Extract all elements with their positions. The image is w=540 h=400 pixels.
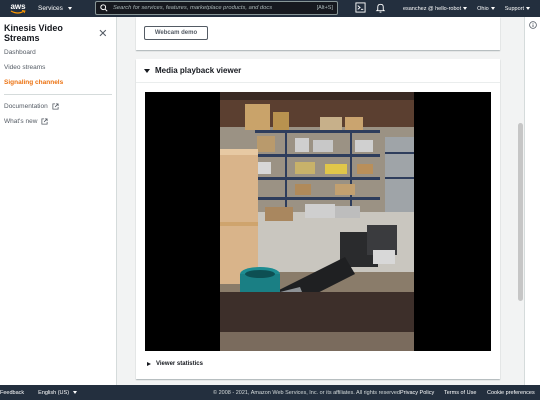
region-label: Ohio — [477, 5, 489, 12]
webcam-panel: Webcam demo — [136, 17, 500, 50]
info-icon[interactable] — [529, 21, 537, 29]
sidebar-item-signaling-channels[interactable]: Signaling channels — [4, 79, 112, 86]
terms-of-use-link[interactable]: Terms of Use — [444, 390, 476, 396]
help-rail — [524, 17, 540, 385]
services-label: Services — [38, 5, 63, 12]
scrollbar[interactable] — [517, 17, 524, 385]
nav-icons — [355, 2, 386, 13]
caret-down-icon — [526, 7, 530, 10]
sidebar: Kinesis Video Streams Dashboard Video st… — [0, 17, 117, 385]
nav-right: esanchez @ hello-robot Ohio Support — [403, 0, 530, 17]
support-label: Support — [504, 5, 524, 12]
divider — [4, 94, 112, 95]
sidebar-header: Kinesis Video Streams — [0, 17, 116, 43]
viewer-statistics-label: Viewer statistics — [156, 361, 203, 367]
external-link-icon — [41, 118, 48, 125]
services-menu[interactable]: Services — [38, 5, 72, 12]
aws-logo-text: aws — [10, 2, 26, 11]
search-bar[interactable]: Search for services, features, marketpla… — [95, 1, 338, 15]
caret-down-icon — [67, 7, 72, 10]
account-menu[interactable]: esanchez @ hello-robot — [402, 5, 468, 12]
region-menu[interactable]: Ohio — [477, 6, 495, 12]
aws-smile-icon — [10, 10, 26, 14]
cookie-preferences-link[interactable]: Cookie preferences — [487, 390, 535, 396]
video-frame-image — [145, 92, 491, 351]
caret-down-icon — [463, 7, 468, 10]
bell-icon[interactable] — [375, 2, 386, 13]
caret-right-icon — [147, 362, 151, 366]
search-input[interactable]: Search for services, features, marketpla… — [113, 5, 317, 11]
language-selector[interactable]: English (US) — [38, 389, 78, 396]
sidebar-item-dashboard[interactable]: Dashboard — [4, 49, 112, 56]
search-shortcut: [Alt+S] — [316, 5, 333, 11]
caret-down-icon — [144, 68, 150, 73]
sidebar-external-links: Documentation What's new — [0, 103, 116, 125]
language-label: English (US) — [38, 389, 70, 396]
aws-logo[interactable]: aws — [4, 0, 32, 17]
documentation-label: Documentation — [4, 103, 48, 110]
viewer-header[interactable]: Media playback viewer — [136, 59, 500, 83]
sidebar-nav: Dashboard Video streams Signaling channe… — [0, 41, 116, 86]
whats-new-label: What's new — [4, 118, 38, 125]
search-icon — [100, 4, 108, 12]
top-navigation: aws Services Search for services, featur… — [0, 0, 540, 17]
footer: Feedback English (US) © 2008 - 2021, Ama… — [0, 385, 540, 400]
close-icon[interactable] — [98, 28, 108, 38]
privacy-policy-link[interactable]: Privacy Policy — [400, 390, 434, 396]
whats-new-link[interactable]: What's new — [4, 118, 112, 125]
media-playback-panel: Media playback viewer Viewer statistics — [136, 59, 500, 379]
external-link-icon — [52, 103, 59, 110]
sidebar-title[interactable]: Kinesis Video Streams — [4, 23, 98, 43]
terminal-icon[interactable] — [355, 2, 366, 13]
scrollbar-thumb[interactable] — [518, 123, 523, 301]
support-menu[interactable]: Support — [505, 6, 530, 12]
documentation-link[interactable]: Documentation — [4, 103, 112, 110]
video-player[interactable] — [145, 92, 491, 351]
viewer-title: Media playback viewer — [155, 66, 242, 75]
copyright-text: © 2008 - 2021, Amazon Web Services, Inc.… — [213, 389, 402, 396]
account-label: esanchez @ hello-robot — [402, 5, 462, 12]
sidebar-item-video-streams[interactable]: Video streams — [4, 64, 112, 71]
feedback-link[interactable]: Feedback — [0, 390, 24, 396]
viewer-statistics-toggle[interactable]: Viewer statistics — [147, 361, 203, 367]
caret-down-icon — [73, 391, 78, 394]
webcam-demo-button[interactable]: Webcam demo — [144, 26, 208, 40]
caret-down-icon — [490, 7, 495, 10]
